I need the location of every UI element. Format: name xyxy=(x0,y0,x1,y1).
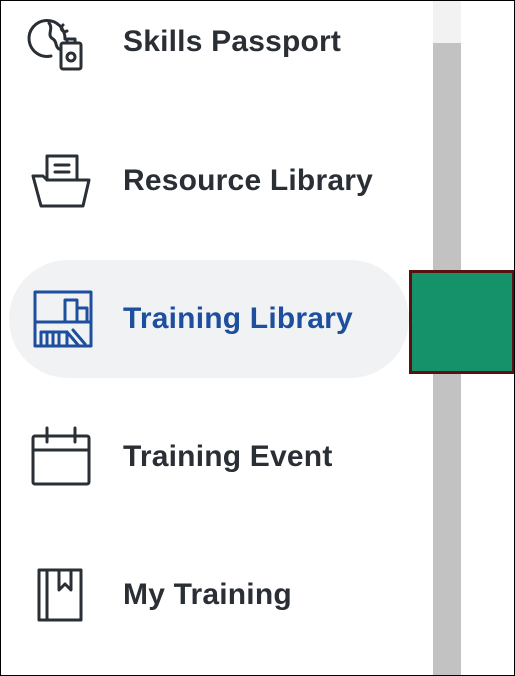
sidebar-item-label: Skills Passport xyxy=(123,25,342,58)
highlight-marker xyxy=(409,270,514,374)
sidebar-item-skills-passport[interactable]: Skills Passport xyxy=(9,1,409,101)
sidebar-item-training-library[interactable]: Training Library xyxy=(9,260,409,378)
bookmark-book-icon xyxy=(29,562,95,628)
sidebar-item-label: Resource Library xyxy=(123,164,373,197)
sidebar-item-label: My Training xyxy=(123,578,292,611)
skills-passport-icon xyxy=(27,9,95,75)
screenshot-frame: Skills Passport Resource Library Trainin… xyxy=(0,0,515,676)
sidebar-item-training-event[interactable]: Training Event xyxy=(9,398,409,516)
folder-document-icon xyxy=(29,148,95,214)
sidebar-item-my-training[interactable]: My Training xyxy=(9,536,409,654)
library-shelf-icon xyxy=(29,286,95,352)
calendar-icon xyxy=(29,424,95,490)
sidebar-item-label: Training Event xyxy=(123,440,333,473)
sidebar-nav: Skills Passport Resource Library Trainin… xyxy=(1,1,433,675)
sidebar-item-resource-library[interactable]: Resource Library xyxy=(9,122,409,240)
sidebar-item-label: Training Library xyxy=(123,302,353,335)
